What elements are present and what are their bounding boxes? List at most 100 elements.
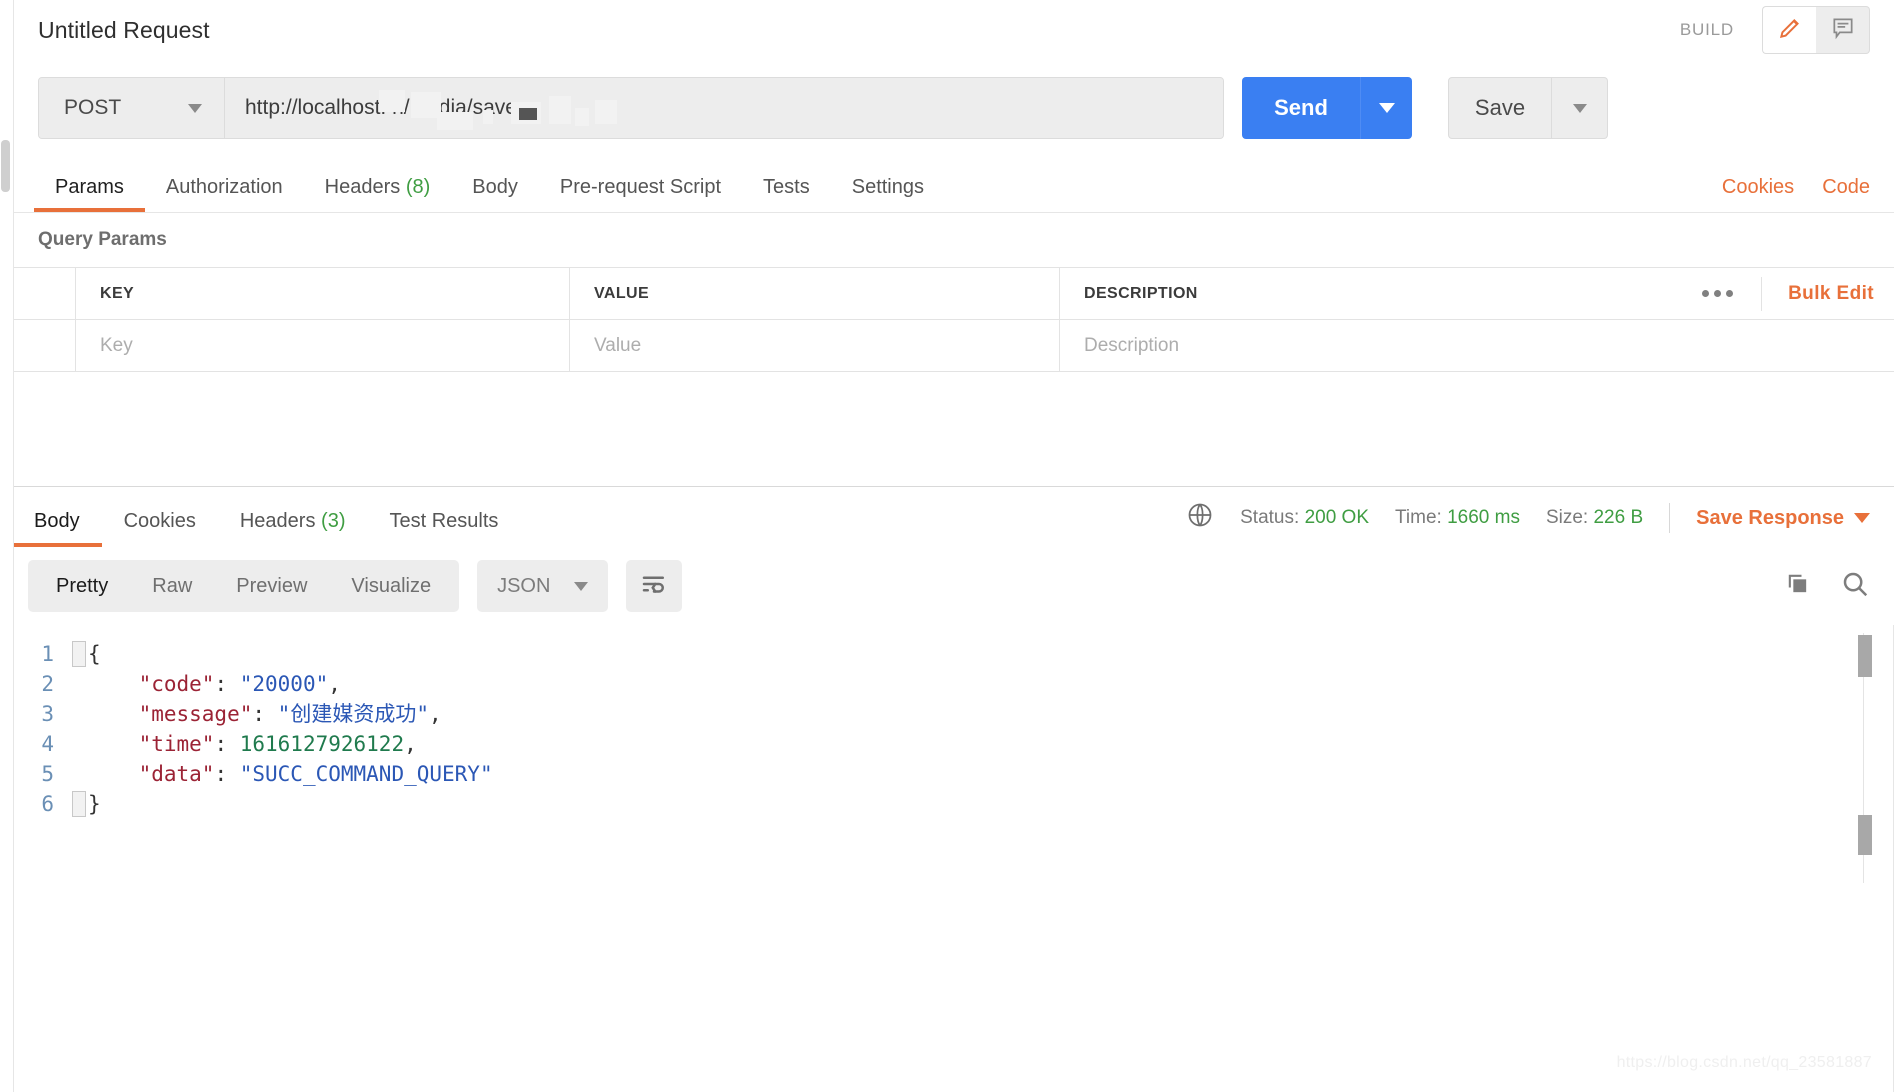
language-select[interactable]: JSON bbox=[477, 560, 609, 612]
response-tab-body[interactable]: Body bbox=[12, 510, 102, 547]
left-sidebar-rail bbox=[0, 0, 14, 1092]
request-tabs: Params Authorization Headers (8) Body Pr… bbox=[0, 156, 1894, 212]
column-header-key: KEY bbox=[76, 268, 570, 319]
view-raw[interactable]: Raw bbox=[130, 560, 214, 612]
response-tabs: Body Cookies Headers (3) Test Results St… bbox=[0, 487, 1894, 547]
sidebar-drag-handle[interactable] bbox=[1, 140, 10, 192]
fold-marker[interactable] bbox=[72, 791, 86, 817]
view-preview[interactable]: Preview bbox=[214, 560, 329, 612]
response-tab-headers[interactable]: Headers (3) bbox=[218, 510, 368, 547]
size-label: Size: 226 B bbox=[1546, 507, 1643, 529]
redaction-block bbox=[379, 90, 405, 112]
code-token: "code" bbox=[138, 672, 215, 696]
code-link[interactable]: Code bbox=[1822, 176, 1870, 199]
param-key-input[interactable]: Key bbox=[76, 320, 570, 371]
response-panel: Body Cookies Headers (3) Test Results St… bbox=[0, 486, 1894, 1092]
param-value-input[interactable]: Value bbox=[570, 320, 1060, 371]
chevron-down-icon bbox=[574, 581, 589, 591]
time-label: Time: 1660 ms bbox=[1395, 507, 1520, 529]
tab-label: Authorization bbox=[165, 176, 283, 198]
tab-label: Pre-request Script bbox=[559, 176, 722, 198]
search-icon[interactable] bbox=[1840, 569, 1870, 604]
http-method-label: POST bbox=[64, 96, 122, 119]
url-input[interactable]: http://localhost. n/media/save bbox=[225, 78, 1223, 138]
code-line: "code": "20000", bbox=[88, 669, 1894, 699]
comment-button[interactable] bbox=[1816, 6, 1870, 54]
redaction-block bbox=[595, 100, 617, 124]
save-button-group: Save bbox=[1448, 77, 1608, 139]
method-url-group: POST http://localhost. n/media/save bbox=[38, 77, 1224, 139]
tab-count-badge: (8) bbox=[405, 176, 431, 198]
language-label: JSON bbox=[497, 574, 551, 597]
chevron-down-icon bbox=[1378, 103, 1395, 113]
param-description-input[interactable]: Description bbox=[1060, 320, 1894, 371]
comment-icon bbox=[1830, 15, 1856, 46]
postman-window: Untitled Request BUILD POST http://local… bbox=[0, 0, 1894, 1092]
params-empty-space bbox=[0, 372, 1894, 486]
save-response-button[interactable]: Save Response bbox=[1696, 507, 1870, 530]
column-header-description-wrap: DESCRIPTION Bulk Edit bbox=[1060, 268, 1894, 319]
code-scrollbar-thumb[interactable] bbox=[1858, 635, 1872, 677]
page-title: Untitled Request bbox=[38, 16, 210, 43]
redaction-block bbox=[575, 108, 589, 126]
response-view-switcher: Pretty Raw Preview Visualize bbox=[28, 560, 460, 612]
code-token: "message" bbox=[138, 702, 253, 726]
send-button[interactable]: Send bbox=[1242, 77, 1360, 139]
code-token: , bbox=[404, 732, 417, 756]
copy-icon[interactable] bbox=[1784, 570, 1812, 603]
fold-marker[interactable] bbox=[72, 641, 86, 667]
tab-headers[interactable]: Headers (8) bbox=[304, 176, 452, 212]
send-options-button[interactable] bbox=[1360, 77, 1412, 139]
code-inner: 123456 { "code": "20000", "message": "创建… bbox=[0, 625, 1894, 819]
code-scrollbar-thumb-secondary[interactable] bbox=[1858, 815, 1872, 855]
tab-tests[interactable]: Tests bbox=[742, 176, 831, 212]
code-token: "SUCC_COMMAND_QUERY" bbox=[239, 762, 493, 786]
view-pretty[interactable]: Pretty bbox=[34, 560, 130, 612]
tab-settings[interactable]: Settings bbox=[831, 176, 945, 212]
table-header-row: KEY VALUE DESCRIPTION Bulk Edit bbox=[0, 268, 1894, 320]
redaction-block bbox=[437, 112, 473, 130]
response-tab-test-results[interactable]: Test Results bbox=[367, 510, 520, 547]
redaction-block bbox=[483, 110, 493, 124]
save-options-button[interactable] bbox=[1552, 77, 1608, 139]
globe-icon bbox=[1186, 501, 1214, 535]
status-label-text: Status: bbox=[1240, 507, 1300, 528]
bulk-edit-button[interactable]: Bulk Edit bbox=[1762, 283, 1874, 305]
http-method-select[interactable]: POST bbox=[39, 78, 225, 138]
watermark: https://blog.csdn.net/qq_23581887 bbox=[1616, 1054, 1872, 1071]
tab-params[interactable]: Params bbox=[34, 176, 145, 212]
response-tab-cookies[interactable]: Cookies bbox=[102, 510, 218, 547]
status-badge: 200 OK bbox=[1304, 507, 1369, 528]
word-wrap-icon bbox=[639, 569, 669, 604]
code-line: { bbox=[88, 639, 1894, 669]
chevron-down-icon bbox=[1854, 513, 1870, 523]
response-body-tools bbox=[1784, 569, 1870, 604]
tab-body[interactable]: Body bbox=[451, 176, 539, 212]
code-token: , bbox=[428, 702, 442, 726]
column-header-value: VALUE bbox=[570, 268, 1060, 319]
edit-request-button[interactable] bbox=[1762, 6, 1816, 54]
code-token: : bbox=[214, 672, 240, 696]
time-value: 1660 ms bbox=[1447, 507, 1520, 528]
tab-pre-request-script[interactable]: Pre-request Script bbox=[539, 176, 742, 212]
redaction-block bbox=[549, 96, 571, 124]
tab-label: Tests bbox=[763, 176, 810, 198]
code-token: : bbox=[214, 762, 240, 786]
word-wrap-button[interactable] bbox=[626, 560, 683, 612]
code-token: "time" bbox=[138, 732, 215, 756]
table-row[interactable]: Key Value Description bbox=[0, 320, 1894, 372]
response-format-bar: Pretty Raw Preview Visualize JSON bbox=[0, 547, 1894, 625]
view-visualize[interactable]: Visualize bbox=[329, 560, 453, 612]
code-line: } bbox=[88, 789, 1894, 819]
tab-authorization[interactable]: Authorization bbox=[145, 176, 304, 212]
ellipsis-icon[interactable] bbox=[1682, 276, 1763, 311]
table-tools: Bulk Edit bbox=[1682, 276, 1874, 311]
save-button[interactable]: Save bbox=[1448, 77, 1552, 139]
response-body-code[interactable]: 123456 { "code": "20000", "message": "创建… bbox=[0, 625, 1894, 1092]
code-token: : bbox=[214, 732, 240, 756]
cookies-link[interactable]: Cookies bbox=[1722, 176, 1794, 199]
size-label-text: Size: bbox=[1545, 507, 1589, 528]
code-token: "data" bbox=[138, 762, 215, 786]
redaction-block bbox=[519, 108, 537, 120]
